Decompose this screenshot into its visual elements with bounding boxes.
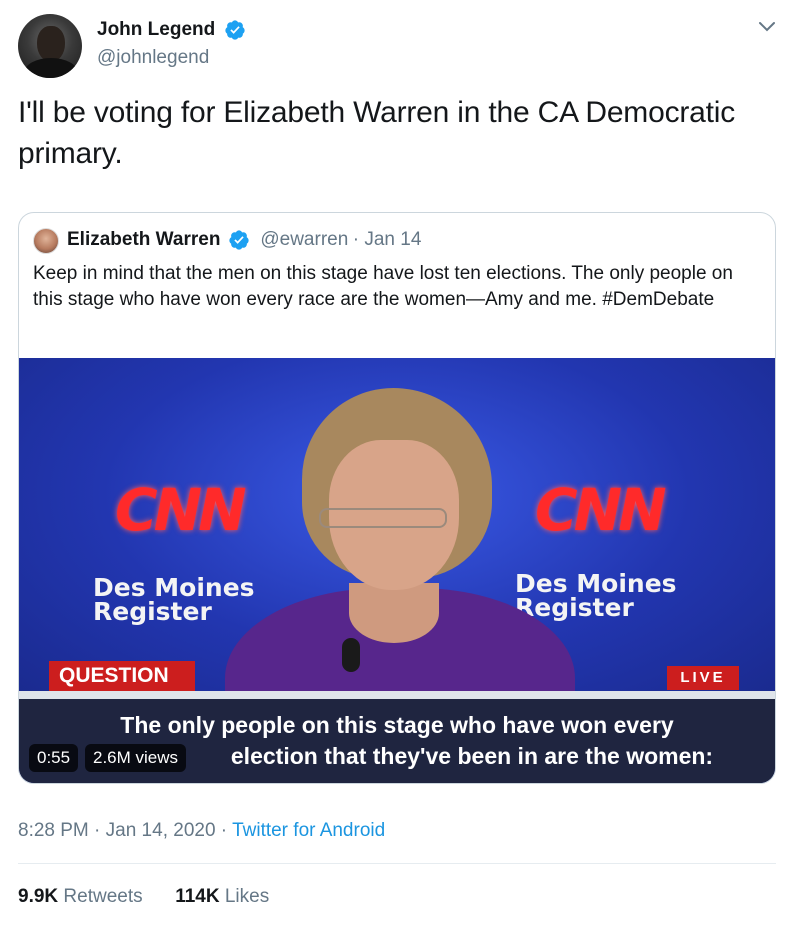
quoted-author-avatar <box>33 228 59 254</box>
sponsor-logo-right: Des Moines Register <box>515 569 677 622</box>
quoted-tweet-header: Elizabeth Warren @ewarren · Jan 14 <box>67 229 421 251</box>
divider <box>18 863 776 864</box>
tweet-text: I'll be voting for Elizabeth Warren in t… <box>18 96 736 170</box>
retweets-count: 9.9K <box>18 886 59 907</box>
cnn-logo-left: CNN <box>115 476 247 544</box>
cnn-logo-right: CNN <box>535 476 667 544</box>
quoted-author-name: Elizabeth Warren <box>67 229 221 250</box>
quoted-tweet-card[interactable]: Elizabeth Warren @ewarren · Jan 14 Keep … <box>18 212 776 784</box>
verified-badge-icon <box>225 20 245 40</box>
video-views: 2.6M views <box>85 744 187 772</box>
author-name-row[interactable]: John Legend <box>97 19 246 41</box>
quoted-tweet-date: · Jan 14 <box>352 229 422 250</box>
avatar-shoulder <box>24 58 78 78</box>
live-badge: LIVE <box>667 666 739 690</box>
retweets-label: Retweets <box>63 886 143 907</box>
video-player[interactable]: CNN CNN Des Moines Register Des Moines R… <box>19 358 775 783</box>
quoted-tweet-text: Keep in mind that the men on this stage … <box>33 263 733 310</box>
quoted-author-handle: @ewarren <box>260 229 349 250</box>
author-avatar[interactable] <box>18 14 82 78</box>
news-ticker <box>19 691 775 699</box>
engagement-stats: 9.9K Retweets 114K Likes <box>18 886 269 908</box>
likes-label: Likes <box>224 886 270 907</box>
video-duration: 0:55 <box>29 744 79 772</box>
speaker-neck <box>349 583 439 643</box>
tweet-timestamp: 8:28 PM · Jan 14, 2020 · Twitter for And… <box>18 820 385 842</box>
author-name[interactable]: John Legend <box>97 19 215 41</box>
verified-badge-icon <box>229 230 249 250</box>
likes-stat[interactable]: 114K Likes <box>175 886 269 907</box>
microphone <box>342 638 360 672</box>
author-handle[interactable]: @johnlegend <box>97 47 209 69</box>
timestamp-text[interactable]: 8:28 PM · Jan 14, 2020 · <box>18 820 232 841</box>
lower-third-label: QUESTION <box>49 661 195 691</box>
avatar-face <box>37 26 65 62</box>
speaker-glasses <box>319 508 447 528</box>
sponsor-logo-left: Des Moines Register <box>93 573 255 626</box>
likes-count: 114K <box>175 886 220 907</box>
retweets-stat[interactable]: 9.9K Retweets <box>18 886 148 907</box>
source-link[interactable]: Twitter for Android <box>232 820 385 841</box>
caption-line-1: The only people on this stage who have w… <box>120 712 674 738</box>
chevron-down-icon[interactable] <box>757 19 777 35</box>
